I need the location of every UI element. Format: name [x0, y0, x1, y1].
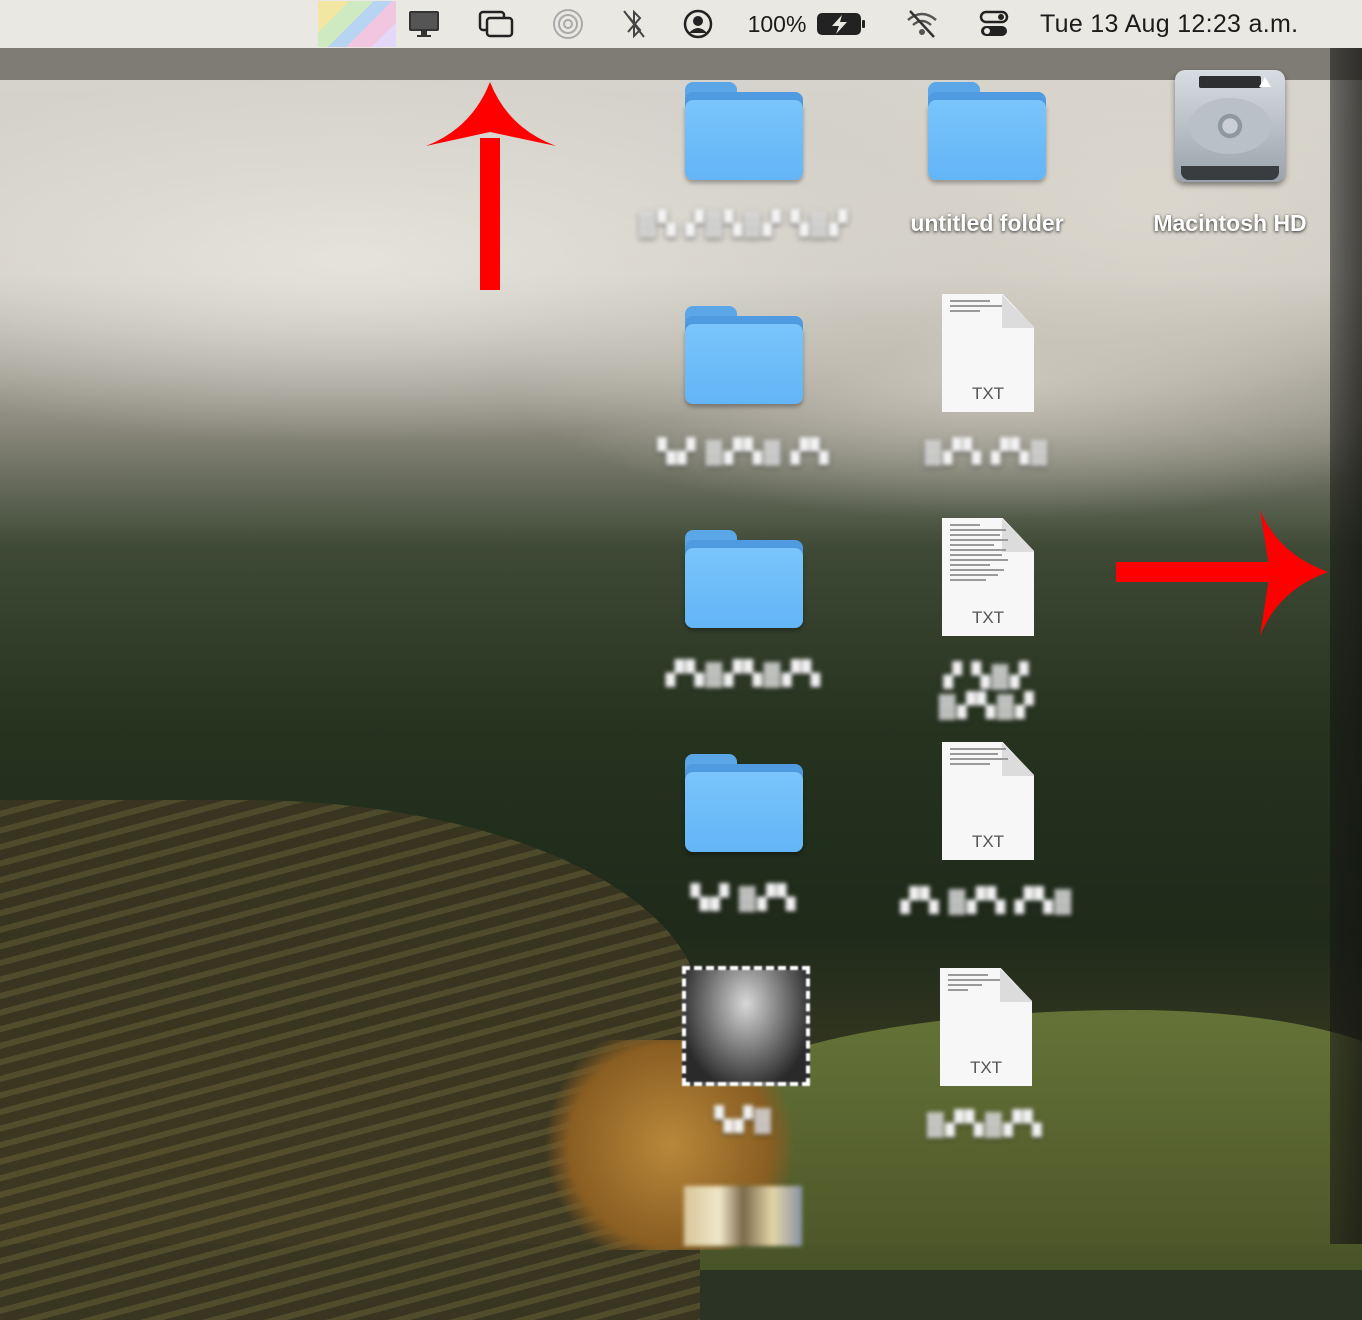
desktop-item-label: ▞▚ ▓▞▚ ▞▚▓: [900, 887, 1074, 913]
desktop-item-label: ▚▞ ▓▞▚▓ ▞▚: [657, 438, 831, 464]
image-thumbnail-icon: [682, 966, 810, 1086]
desktop-txt-file[interactable]: TXT ▞▚ ▓▞▚ ▞▚▓: [867, 742, 1107, 942]
folder-icon: [928, 82, 1048, 182]
desktop-folder[interactable]: untitled folder: [867, 80, 1107, 250]
folder-icon: [685, 306, 805, 406]
desktop-item-label: Macintosh HD: [1153, 210, 1307, 236]
text-document-icon: TXT: [940, 968, 1032, 1086]
desktop-item-label: untitled folder: [910, 210, 1064, 236]
desktop-folder[interactable]: ▓▚ ▞▓▚▓▞ ▚▓▞: [624, 80, 864, 250]
folder-icon: [685, 754, 805, 854]
folder-icon: [685, 82, 805, 182]
menu-bar: 100% Tue 13 Aug 12:23 a.m.: [0, 0, 1362, 48]
wifi-off-icon[interactable]: [902, 0, 942, 48]
text-document-icon: TXT: [942, 518, 1034, 636]
desktop-item-label: ▞▚▓▞▚▓▞▚: [666, 660, 822, 686]
file-extension: TXT: [971, 832, 1005, 851]
menu-bar-clock[interactable]: Tue 13 Aug 12:23 a.m.: [1040, 0, 1330, 48]
desktop-txt-file[interactable]: TXT ▓▞▚▓▞▚: [865, 968, 1105, 1138]
folder-icon: [685, 530, 805, 630]
desktop-item-label: ▓▚ ▞▓▚▓▞ ▚▓▞: [639, 210, 849, 236]
file-extension: TXT: [971, 384, 1005, 403]
desktop-item-label: ▓▞▚▓▞▚: [926, 1110, 1044, 1136]
text-document-icon: TXT: [942, 742, 1034, 860]
desktop-drive[interactable]: Macintosh HD: [1110, 70, 1350, 250]
desktop-folder[interactable]: ▚▞ ▓▞▚: [624, 752, 864, 922]
file-extension: TXT: [969, 1058, 1003, 1077]
file-extension: TXT: [971, 608, 1005, 627]
control-center-icon[interactable]: [976, 0, 1012, 48]
annotation-arrow-up-icon: [426, 82, 556, 290]
app-thumbnail-icon[interactable]: [318, 1, 396, 47]
desktop-folder[interactable]: ▞▚▓▞▚▓▞▚: [624, 528, 864, 698]
annotation-arrow-right-icon: [1116, 510, 1328, 636]
image-thumbnail-icon: [684, 1186, 802, 1246]
battery-percentage[interactable]: 100%: [746, 0, 808, 48]
desktop-item-label: ▞ ▚▓▞ ▓▞▚▓▞: [938, 662, 1036, 718]
desktop-item-label: ▚▞▓: [714, 1106, 774, 1132]
desktop-txt-file[interactable]: TXT ▞ ▚▓▞ ▓▞▚▓▞: [867, 518, 1107, 718]
desktop-image-file[interactable]: ▚▞▓: [624, 964, 864, 1134]
desktop-folder[interactable]: ▚▞ ▓▞▚▓ ▞▚: [624, 304, 864, 474]
desktop-image-file[interactable]: [624, 1186, 864, 1246]
desktop-item-label: ▚▞ ▓▞▚: [691, 884, 797, 910]
hard-drive-icon: [1175, 70, 1285, 182]
desktop-txt-file[interactable]: TXT ▓▞▚ ▞▚▓: [867, 294, 1107, 474]
bluetooth-off-icon[interactable]: [616, 0, 652, 48]
desktop-item-label: ▓▞▚ ▞▚▓: [924, 438, 1050, 464]
user-icon[interactable]: [680, 0, 716, 48]
battery-charging-icon[interactable]: [814, 0, 868, 48]
display-icon[interactable]: [406, 0, 442, 48]
airdrop-icon[interactable]: [548, 0, 588, 48]
screen-mirroring-icon[interactable]: [476, 0, 516, 48]
text-document-icon: TXT: [942, 294, 1034, 412]
